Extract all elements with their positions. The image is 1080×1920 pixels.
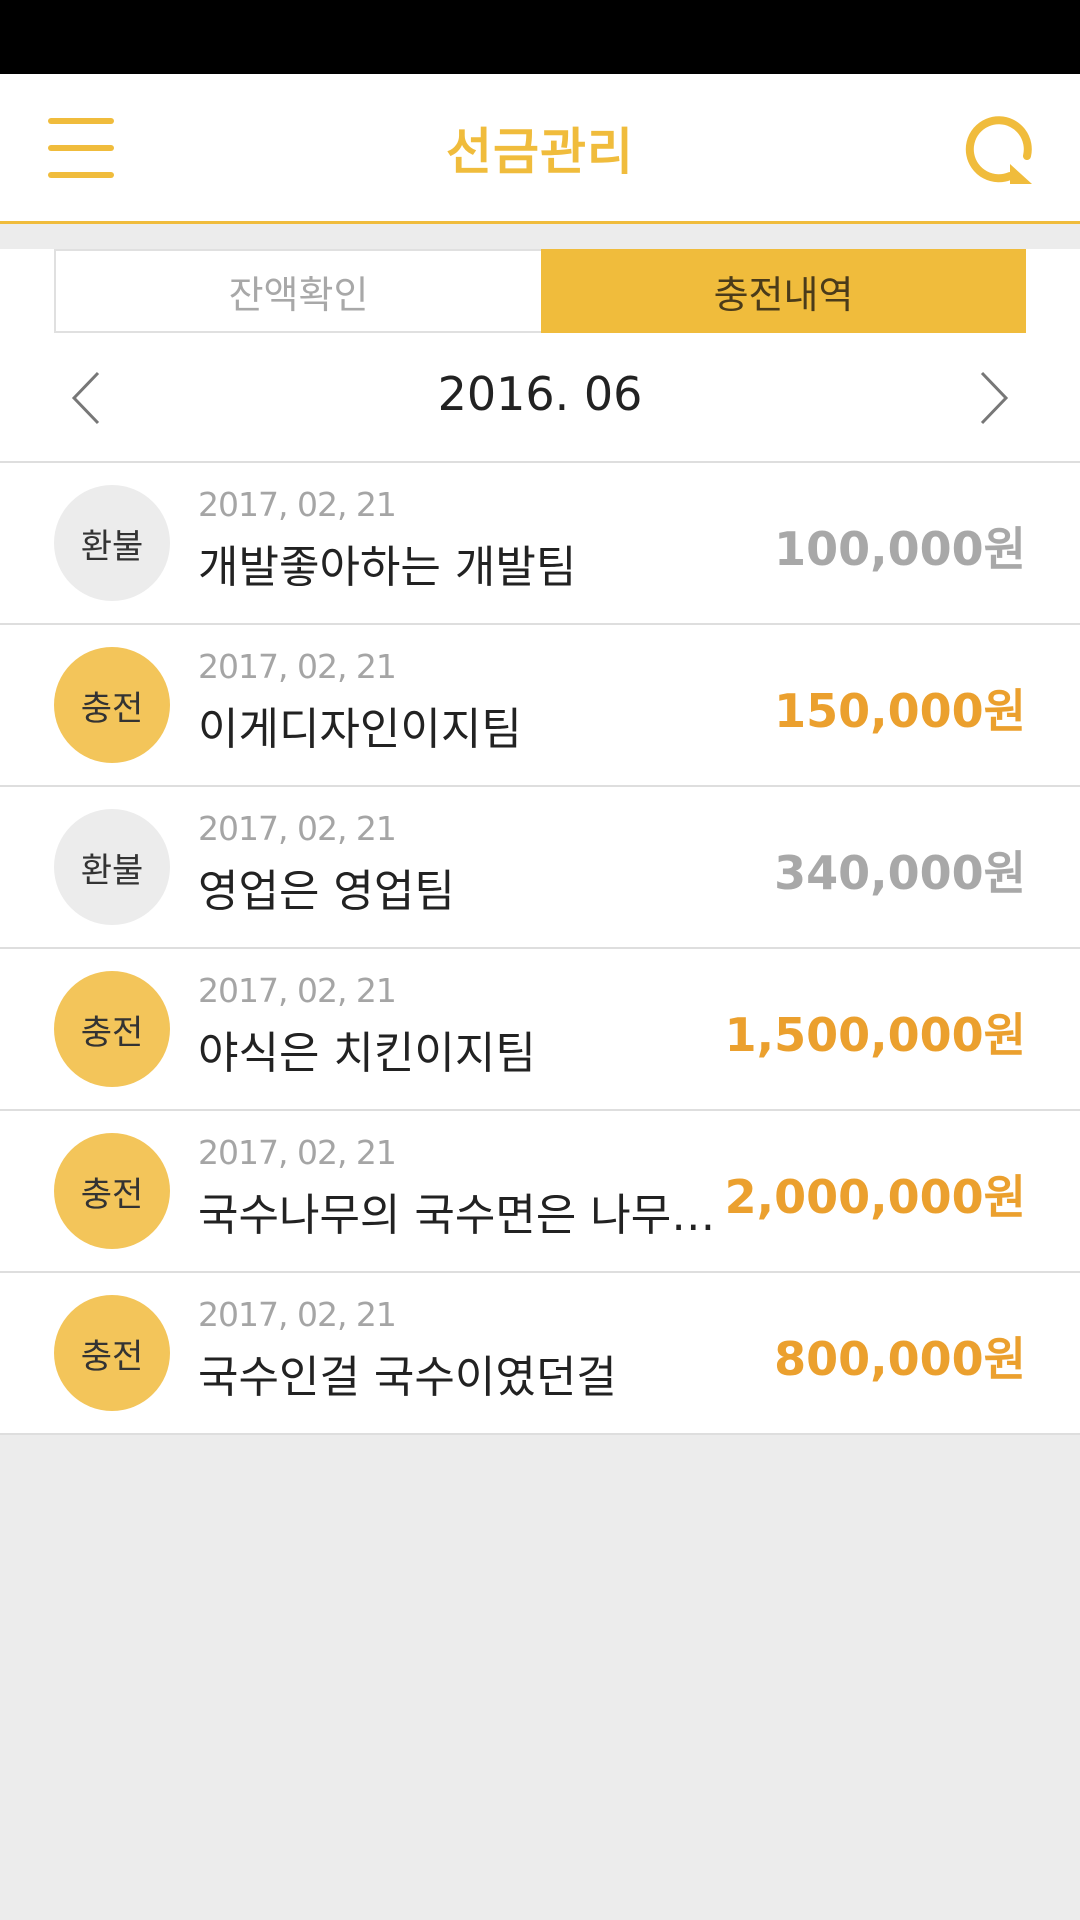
app-header: 선금관리 bbox=[0, 74, 1080, 224]
item-amount: 2,000,000원 bbox=[724, 1170, 1026, 1224]
item-date: 2017, 02, 21 bbox=[198, 971, 397, 1010]
status-badge: 충전 bbox=[54, 1133, 170, 1249]
status-badge: 환불 bbox=[54, 485, 170, 601]
tab-balance-check[interactable]: 잔액확인 bbox=[54, 249, 541, 333]
refresh-icon[interactable] bbox=[964, 114, 1036, 186]
content: 잔액확인 충전내역 2016. 06 환불 2017, 02, 21 개발좋아하… bbox=[0, 249, 1080, 1435]
status-badge: 충전 bbox=[54, 647, 170, 763]
month-label: 2016. 06 bbox=[437, 367, 643, 421]
item-amount: 100,000원 bbox=[774, 522, 1026, 576]
item-name: 이게디자인이지팀 bbox=[198, 704, 522, 755]
list-item[interactable]: 충전 2017, 02, 21 야식은 치킨이지팀 1,500,000원 bbox=[0, 949, 1080, 1111]
list-item[interactable]: 충전 2017, 02, 21 국수나무의 국수면은 나무에... 2,000,… bbox=[0, 1111, 1080, 1273]
item-amount: 150,000원 bbox=[774, 684, 1026, 738]
tab-charge-history[interactable]: 충전내역 bbox=[541, 249, 1026, 333]
list-item[interactable]: 환불 2017, 02, 21 영업은 영업팀 340,000원 bbox=[0, 787, 1080, 949]
item-amount: 340,000원 bbox=[774, 846, 1026, 900]
status-badge: 충전 bbox=[54, 971, 170, 1087]
item-date: 2017, 02, 21 bbox=[198, 809, 397, 848]
status-badge: 환불 bbox=[54, 809, 170, 925]
chevron-right-icon[interactable] bbox=[966, 367, 1022, 429]
history-list: 환불 2017, 02, 21 개발좋아하는 개발팀 100,000원 충전 2… bbox=[0, 463, 1080, 1435]
item-name: 영업은 영업팀 bbox=[198, 866, 455, 917]
list-item[interactable]: 환불 2017, 02, 21 개발좋아하는 개발팀 100,000원 bbox=[0, 463, 1080, 625]
status-badge: 충전 bbox=[54, 1295, 170, 1411]
item-name: 국수나무의 국수면은 나무에... bbox=[198, 1190, 728, 1241]
item-date: 2017, 02, 21 bbox=[198, 485, 397, 524]
item-name: 국수인걸 국수이였던걸 bbox=[198, 1352, 617, 1403]
list-item[interactable]: 충전 2017, 02, 21 이게디자인이지팀 150,000원 bbox=[0, 625, 1080, 787]
item-name: 야식은 치킨이지팀 bbox=[198, 1028, 536, 1079]
item-date: 2017, 02, 21 bbox=[198, 1133, 397, 1172]
month-navigator: 2016. 06 bbox=[0, 333, 1080, 463]
tab-bar: 잔액확인 충전내역 bbox=[54, 249, 1026, 333]
status-bar bbox=[0, 0, 1080, 74]
page-title: 선금관리 bbox=[446, 123, 634, 181]
list-item[interactable]: 충전 2017, 02, 21 국수인걸 국수이였던걸 800,000원 bbox=[0, 1273, 1080, 1435]
item-amount: 800,000원 bbox=[774, 1332, 1026, 1386]
item-date: 2017, 02, 21 bbox=[198, 1295, 397, 1334]
item-name: 개발좋아하는 개발팀 bbox=[198, 542, 577, 593]
item-date: 2017, 02, 21 bbox=[198, 647, 397, 686]
item-amount: 1,500,000원 bbox=[724, 1008, 1026, 1062]
